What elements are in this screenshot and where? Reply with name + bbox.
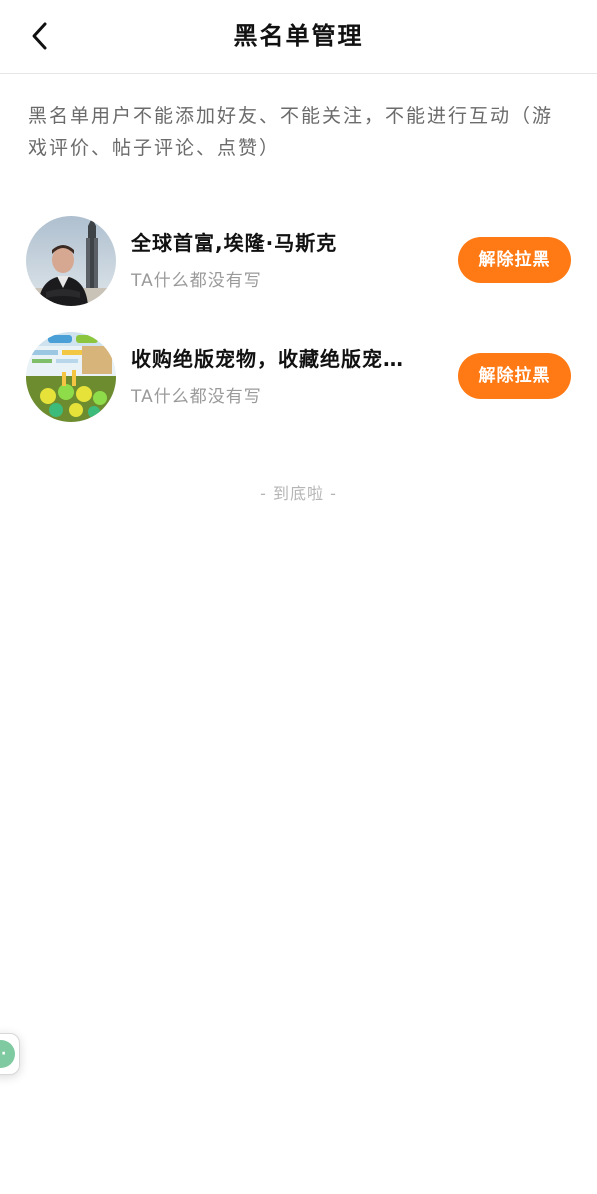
list-end-indicator: - 到底啦 - bbox=[260, 484, 337, 503]
page-title: 黑名单管理 bbox=[233, 22, 364, 50]
more-dots-icon: ·· bbox=[0, 1040, 15, 1068]
blocked-user-name: 收购绝版宠物，收藏绝版宠… bbox=[131, 347, 404, 371]
header-bar: 黑名单管理 bbox=[0, 0, 597, 74]
blacklist-item: 全球首富,埃隆·马斯克 TA什么都没有写 解除拉黑 bbox=[0, 200, 597, 316]
avatar[interactable] bbox=[26, 216, 116, 306]
blocked-user-name: 全球首富,埃隆·马斯克 bbox=[131, 231, 338, 255]
floating-more-button[interactable]: ·· bbox=[0, 1033, 20, 1075]
blacklist-list: 全球首富,埃隆·马斯克 TA什么都没有写 解除拉黑 收购绝版宠物，收藏绝版宠… … bbox=[0, 200, 597, 432]
blocked-user-bio: TA什么都没有写 bbox=[131, 271, 262, 291]
blacklist-notice: 黑名单用户不能添加好友、不能关注，不能进行互动（游戏评价、帖子评论、点赞） bbox=[28, 105, 554, 159]
blocked-user-bio: TA什么都没有写 bbox=[131, 387, 262, 407]
avatar[interactable] bbox=[26, 332, 116, 422]
game-screenshot-avatar bbox=[26, 332, 116, 422]
unblock-button[interactable]: 解除拉黑 bbox=[458, 237, 571, 283]
unblock-button[interactable]: 解除拉黑 bbox=[458, 353, 571, 399]
person-photo-avatar bbox=[26, 216, 116, 306]
blacklist-item: 收购绝版宠物，收藏绝版宠… TA什么都没有写 解除拉黑 bbox=[0, 316, 597, 432]
